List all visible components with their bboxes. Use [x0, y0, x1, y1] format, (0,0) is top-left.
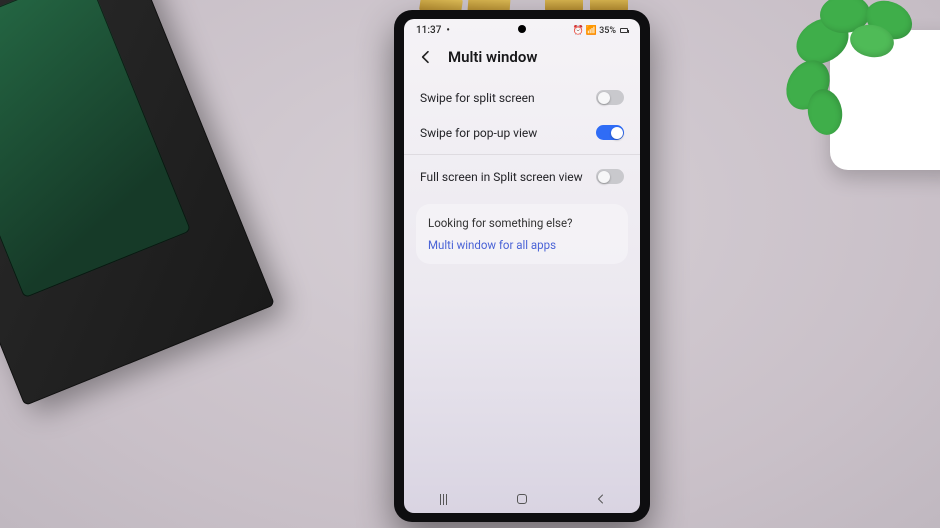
setting-row-popup-view[interactable]: Swipe for pop-up view	[404, 115, 640, 150]
nav-recents-button[interactable]	[436, 492, 450, 506]
setting-label: Swipe for split screen	[420, 91, 535, 105]
system-nav-bar	[404, 485, 640, 513]
suggestion-link[interactable]: Multi window for all apps	[428, 238, 616, 252]
back-nav-icon	[595, 493, 607, 505]
product-box: Galaxy S24 Ultra	[0, 0, 275, 406]
page-header: Multi window	[404, 38, 640, 80]
toggle-full-screen[interactable]	[596, 169, 624, 184]
phone-frame: 11:37 • ⏰ 📶 35% Multi window Swipe for s…	[394, 10, 650, 522]
product-box-art	[0, 0, 191, 298]
divider	[404, 154, 640, 155]
front-camera	[518, 25, 526, 33]
home-icon	[517, 494, 527, 504]
page-title: Multi window	[448, 48, 537, 66]
back-icon[interactable]	[418, 49, 434, 65]
notification-dot-icon: •	[446, 25, 450, 36]
alarm-icon: ⏰	[573, 26, 584, 36]
nav-home-button[interactable]	[515, 492, 529, 506]
setting-label: Swipe for pop-up view	[420, 126, 537, 140]
setting-label: Full screen in Split screen view	[420, 170, 583, 184]
recents-icon	[440, 494, 447, 505]
nav-back-button[interactable]	[594, 492, 608, 506]
plant-pot	[830, 30, 940, 170]
setting-row-full-screen[interactable]: Full screen in Split screen view	[404, 159, 640, 194]
status-time: 11:37	[416, 25, 441, 36]
battery-icon	[620, 28, 628, 33]
suggestion-prompt: Looking for something else?	[428, 216, 616, 230]
toggle-split-screen[interactable]	[596, 90, 624, 105]
setting-row-split-screen[interactable]: Swipe for split screen	[404, 80, 640, 115]
suggestion-card: Looking for something else? Multi window…	[416, 204, 628, 264]
phone-screen: 11:37 • ⏰ 📶 35% Multi window Swipe for s…	[404, 19, 640, 513]
toggle-popup-view[interactable]	[596, 125, 624, 140]
battery-percent: 35%	[599, 26, 616, 36]
signal-icon: 📶	[586, 26, 597, 36]
